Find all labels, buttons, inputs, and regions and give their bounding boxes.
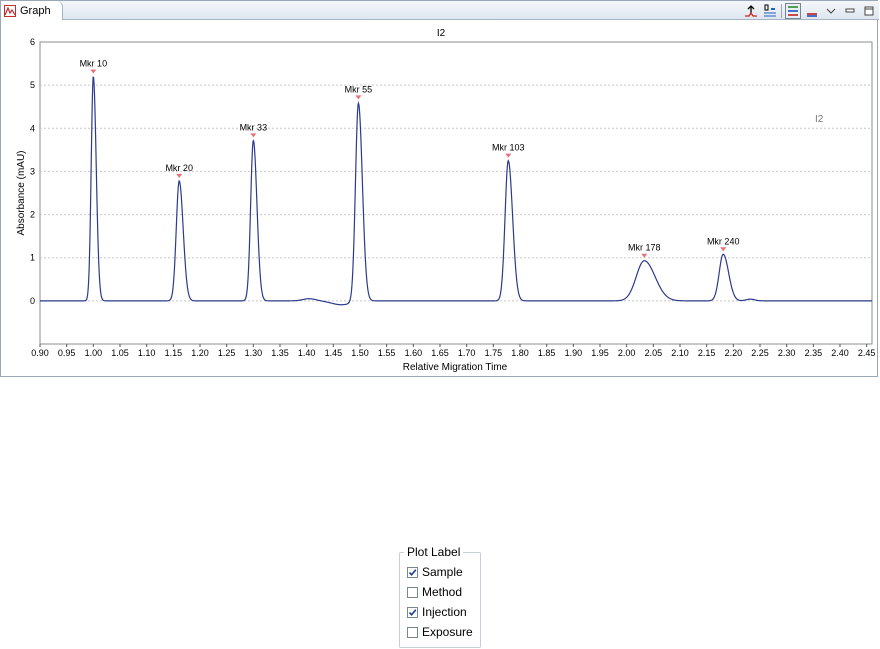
graph-view-icon [4,4,16,17]
x-tick-label: 1.55 [378,348,396,358]
minimize-button[interactable] [842,3,858,19]
baseline-icon [764,4,776,16]
view-toolbar [743,2,877,19]
peak-marker-button[interactable] [743,3,759,19]
y-tick-label: 6 [30,37,35,47]
chart-title: I2 [437,28,446,39]
legend-icon [788,5,798,16]
toolbar-separator [781,3,782,18]
peak-label: Mkr 178 [628,243,661,253]
x-tick-label: 2.20 [725,348,743,358]
x-tick-label: 1.75 [485,348,503,358]
y-tick-label: 5 [30,80,35,90]
x-tick-label: 1.65 [431,348,449,358]
method-option[interactable]: Method [407,584,462,600]
x-tick-label: 1.70 [458,348,476,358]
minimize-icon [845,8,855,12]
peak-label: Mkr 55 [345,84,373,94]
x-tick-label: 1.45 [325,348,343,358]
x-tick-label: 2.15 [698,348,716,358]
y-axis: 0 1 2 3 4 5 6 [30,37,35,306]
sample-checkbox[interactable] [407,566,418,578]
x-axis: 0.90 0.95 1.00 1.05 1.10 1.15 1.20 1.25 1.30 1.35… [31,344,875,358]
x-tick-label: 1.85 [538,348,556,358]
tab-graph-label: Graph [20,4,51,17]
injection-checkbox[interactable] [407,606,418,618]
plot-label-title: Plot Label [404,545,464,559]
method-option-label: Method [422,585,463,599]
y-tick-label: 4 [30,123,35,133]
legend-button[interactable] [785,2,801,19]
y-axis-label: Absorbance (mAU) [16,150,27,235]
check-icon [408,568,417,576]
x-tick-label: 1.05 [111,348,129,358]
x-axis-label: Relative Migration Time [403,362,508,373]
peak-marker-icon [745,4,757,17]
maximize-icon [864,6,874,15]
x-tick-label: 1.30 [245,348,263,358]
plot-label-group: Plot Label Sample Method Injection Expos… [399,545,481,648]
x-tick-label: 1.35 [271,348,289,358]
x-tick-label: 1.40 [298,348,316,358]
x-tick-label: 0.90 [31,348,49,358]
x-tick-label: 2.10 [671,348,689,358]
legend-entry: I2 [815,114,824,125]
x-tick-label: 2.35 [805,348,823,358]
x-tick-label: 2.00 [618,348,636,358]
x-tick-label: 1.15 [165,348,183,358]
x-tick-label: 2.40 [831,348,849,358]
peak-label: Mkr 10 [80,59,108,69]
y-tick-label: 2 [30,210,35,220]
x-tick-label: 0.95 [58,348,76,358]
y-tick-label: 1 [30,253,35,263]
peak-label: Mkr 33 [240,122,268,132]
baseline-button[interactable] [762,3,778,19]
x-tick-label: 2.45 [858,348,876,358]
graph-view: Graph I2 0 1 2 3 4 5 6 0.90 0.95 1.00 1.… [0,0,879,377]
x-tick-label: 1.95 [591,348,609,358]
method-checkbox[interactable] [407,586,418,598]
x-tick-label: 2.30 [778,348,796,358]
peak-label: Mkr 20 [165,163,193,173]
x-tick-label: 2.05 [645,348,663,358]
tab-graph[interactable]: Graph [1,1,63,20]
view-menu-button[interactable] [823,3,839,19]
x-tick-label: 1.10 [138,348,156,358]
x-tick-label: 1.25 [218,348,236,358]
x-tick-label: 1.50 [351,348,369,358]
view-tab-bar: Graph [1,1,879,20]
y-tick-label: 0 [30,296,35,306]
exposure-checkbox[interactable] [407,626,418,638]
peak-label: Mkr 103 [492,143,525,153]
x-tick-label: 1.00 [85,348,103,358]
line-color-icon [807,12,817,17]
exposure-option[interactable]: Exposure [407,624,473,640]
chevron-down-icon [826,8,836,14]
peak-label: Mkr 240 [707,236,740,246]
sample-option-label: Sample [422,565,463,579]
y-tick-label: 3 [30,166,35,176]
x-tick-label: 1.60 [405,348,423,358]
electropherogram-chart: I2 0 1 2 3 4 5 6 0.90 0.95 1.00 1.05 1.10 1.15 1.20 1… [16,28,875,373]
x-tick-label: 1.20 [191,348,209,358]
injection-option-label: Injection [422,605,467,619]
x-tick-label: 1.90 [565,348,583,358]
line-color-button[interactable] [804,3,820,19]
exposure-option-label: Exposure [422,625,473,639]
injection-option[interactable]: Injection [407,604,467,620]
sample-option[interactable]: Sample [407,564,463,580]
plot-area [39,41,873,345]
x-tick-label: 2.25 [751,348,769,358]
check-icon [408,608,417,616]
maximize-button[interactable] [861,3,877,19]
x-tick-label: 1.80 [511,348,529,358]
